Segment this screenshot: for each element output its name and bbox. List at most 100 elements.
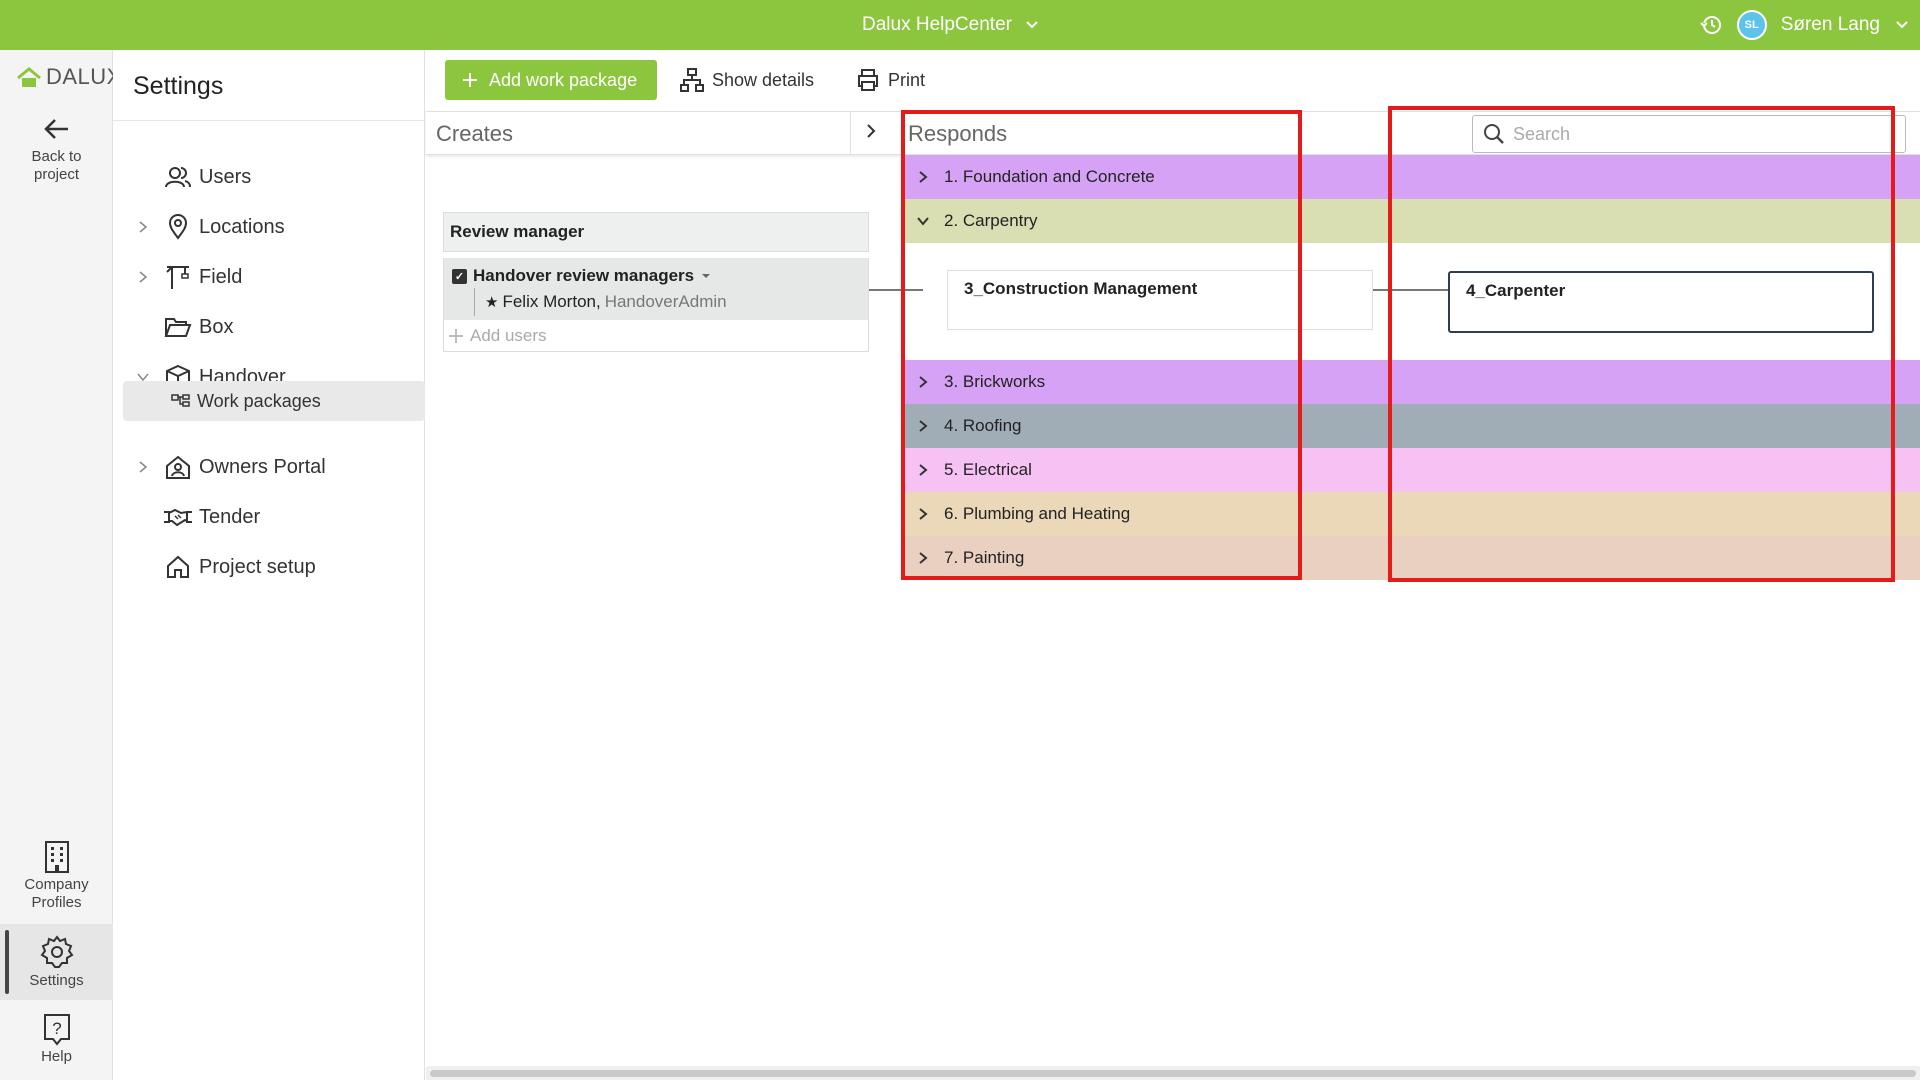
star-icon: ★ [485, 294, 499, 311]
category-row[interactable]: 4. Roofing [904, 404, 1920, 448]
add-work-package-button[interactable]: Add work package [445, 60, 658, 100]
left-rail: DALUX Back to project Company Profiles S… [0, 50, 121, 1080]
category-label: 6. Plumbing and Heating [944, 504, 1131, 523]
chevron-right-icon[interactable] [908, 375, 938, 389]
chevron-right-icon[interactable] [908, 507, 938, 521]
review-group: ✓ Handover review managers ★ Felix Morto… [443, 258, 869, 320]
nav-item-owners-portal[interactable]: Owners Portal [113, 446, 425, 488]
category-row[interactable]: 7. Painting [904, 536, 1920, 580]
member-role: HandoverAdmin [604, 292, 727, 311]
location-pin-icon [163, 214, 193, 240]
review-group-name: Handover review managers [473, 266, 695, 285]
divider [113, 120, 425, 121]
nav-item-label: Owners Portal [199, 455, 326, 478]
chevron-down-icon[interactable] [1894, 17, 1910, 33]
nav-item-tender[interactable]: Tender [113, 496, 425, 538]
gear-icon [40, 935, 73, 968]
category-row[interactable]: 1. Foundation and Concrete [904, 155, 1920, 199]
chevron-right-icon[interactable] [864, 121, 878, 146]
responds-column-title: Responds [908, 121, 1008, 146]
svg-text:?: ? [52, 1019, 61, 1038]
work-package-label: 3_Construction Management [964, 279, 1198, 298]
chevron-right-icon[interactable] [133, 460, 153, 474]
nav-item-field[interactable]: Field [113, 256, 425, 298]
review-member: ★ Felix Morton, HandoverAdmin [474, 288, 868, 316]
company-profiles-button[interactable]: Company Profiles [0, 840, 113, 920]
caret-down-icon[interactable] [700, 270, 712, 282]
category-label: 2. Carpentry [944, 211, 1038, 230]
work-package-node-selected[interactable]: 4_Carpenter [1448, 271, 1874, 333]
work-package-label: 4_Carpenter [1466, 281, 1566, 300]
category-row[interactable]: 3. Brickworks [904, 360, 1920, 404]
connector-line [869, 289, 923, 291]
home-user-icon [163, 454, 193, 480]
settings-nav: Settings Users Locations Field Box Hando… [113, 50, 425, 1080]
app-switcher[interactable]: Dalux HelpCenter [862, 0, 1040, 50]
chevron-right-icon[interactable] [133, 270, 153, 284]
nav-item-locations[interactable]: Locations [113, 206, 425, 248]
back-to-project-button[interactable]: Back to project [0, 114, 113, 194]
nav-item-users[interactable]: Users [113, 156, 425, 198]
horizontal-scrollbar[interactable] [426, 1066, 1920, 1080]
settings-button[interactable]: Settings [0, 924, 113, 1000]
chevron-down-icon[interactable] [908, 216, 938, 226]
add-users-label: Add users [470, 325, 547, 345]
scrollbar-thumb[interactable] [430, 1070, 1916, 1077]
logo-text: DALUX [46, 64, 122, 89]
chevron-right-icon[interactable] [908, 551, 938, 565]
help-icon: ? [43, 1014, 70, 1046]
house-icon [17, 67, 41, 87]
plus-icon [463, 73, 477, 87]
chevron-right-icon[interactable] [908, 463, 938, 477]
category-row[interactable]: 2. Carpentry [904, 199, 1920, 243]
show-details-label: Show details [712, 69, 815, 90]
add-users-button[interactable]: Add users [443, 320, 869, 352]
search-box[interactable] [1472, 115, 1906, 153]
help-label: Help [41, 1048, 72, 1065]
nav-item-label: Field [199, 265, 243, 288]
review-group-row[interactable]: ✓ Handover review managers [452, 264, 868, 288]
plus-icon [449, 328, 463, 343]
checkbox-checked-icon[interactable]: ✓ [452, 268, 467, 284]
chevron-down-icon [1024, 17, 1040, 33]
nav-item-label: Box [199, 315, 234, 338]
dalux-logo: DALUX [16, 64, 122, 90]
add-work-package-label: Add work package [489, 69, 638, 90]
print-button[interactable]: Print [856, 60, 925, 100]
column-header: Creates Responds [426, 111, 1920, 155]
work-package-node[interactable]: 3_Construction Management [947, 270, 1373, 330]
history-icon[interactable] [1699, 13, 1723, 37]
search-input[interactable] [1513, 123, 1873, 145]
member-name: Felix Morton, [502, 292, 601, 311]
review-manager-title: Review manager [443, 212, 869, 252]
category-label: 3. Brickworks [944, 372, 1046, 391]
sitemap-icon [680, 68, 704, 92]
chevron-right-icon[interactable] [908, 170, 938, 184]
show-details-button[interactable]: Show details [680, 60, 814, 100]
hierarchy-icon [171, 394, 191, 408]
category-row[interactable]: 6. Plumbing and Heating [904, 492, 1920, 536]
avatar[interactable]: SL [1736, 10, 1767, 40]
top-bar: Dalux HelpCenter SL Søren Lang [0, 0, 1920, 50]
settings-label: Settings [29, 972, 84, 989]
help-button[interactable]: ? Help [0, 1012, 113, 1080]
user-name[interactable]: Søren Lang [1781, 14, 1880, 36]
category-row[interactable]: 5. Electrical [904, 448, 1920, 492]
search-icon [1484, 124, 1504, 144]
handshake-icon [163, 507, 193, 527]
nav-item-work-packages[interactable]: Work packages [123, 381, 425, 421]
category-label: 5. Electrical [944, 460, 1032, 479]
users-icon [163, 166, 193, 188]
nav-item-project-setup[interactable]: Project setup [113, 546, 425, 588]
chevron-right-icon[interactable] [133, 220, 153, 234]
folder-open-icon [163, 316, 193, 338]
crane-icon [163, 264, 193, 290]
creates-column-title: Creates [436, 121, 514, 146]
review-manager-card: Review manager ✓ Handover review manager… [443, 212, 869, 352]
main-content: Add work package Show details Print Crea… [426, 50, 1920, 1080]
nav-item-label: Users [199, 165, 252, 188]
printer-icon [858, 69, 878, 91]
nav-item-box[interactable]: Box [113, 306, 425, 348]
chevron-right-icon[interactable] [908, 419, 938, 433]
toolbar: Add work package Show details Print [426, 50, 1920, 110]
